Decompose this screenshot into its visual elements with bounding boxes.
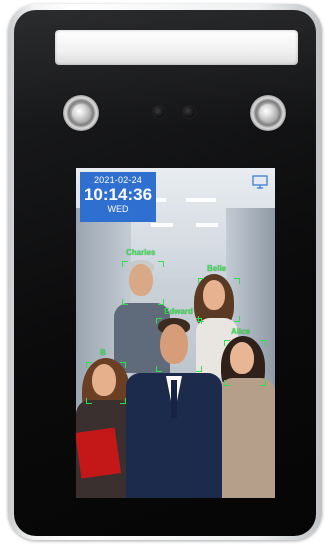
face-name-charles: Charles	[126, 248, 156, 257]
ir-light-right	[250, 95, 286, 131]
camera-lens-left	[153, 106, 165, 118]
face-name-alice: Alice	[231, 327, 251, 336]
face-name-edward: Edward	[164, 307, 193, 316]
red-folder	[76, 427, 122, 479]
fill-light-bar	[55, 30, 298, 65]
face-frame-edward	[156, 318, 202, 372]
ir-light-left	[63, 95, 99, 131]
person-tie	[171, 380, 177, 418]
ceiling-light	[196, 223, 218, 227]
date-label: 2021-02-24	[93, 175, 143, 185]
weekday-label: WED	[107, 204, 129, 214]
face-frame-alice	[224, 340, 266, 386]
face-frame-front-left	[86, 362, 126, 404]
datetime-panel: 2021-02-24 10:14:36 WED	[80, 172, 156, 222]
face-name-belle: Belle	[207, 264, 227, 273]
ceiling-light	[186, 198, 216, 202]
face-frame-charles	[122, 261, 164, 305]
face-name-front-left: B	[100, 348, 106, 357]
ceiling-light	[151, 223, 173, 227]
time-label: 10:14:36	[83, 185, 153, 204]
monitor-icon[interactable]	[252, 174, 268, 190]
person-body	[219, 378, 275, 498]
face-frame-belle	[198, 278, 240, 322]
camera-lens-right	[183, 106, 195, 118]
display-screen: 2021-02-24 10:14:36 WED Charles Belle Ed…	[76, 168, 275, 498]
